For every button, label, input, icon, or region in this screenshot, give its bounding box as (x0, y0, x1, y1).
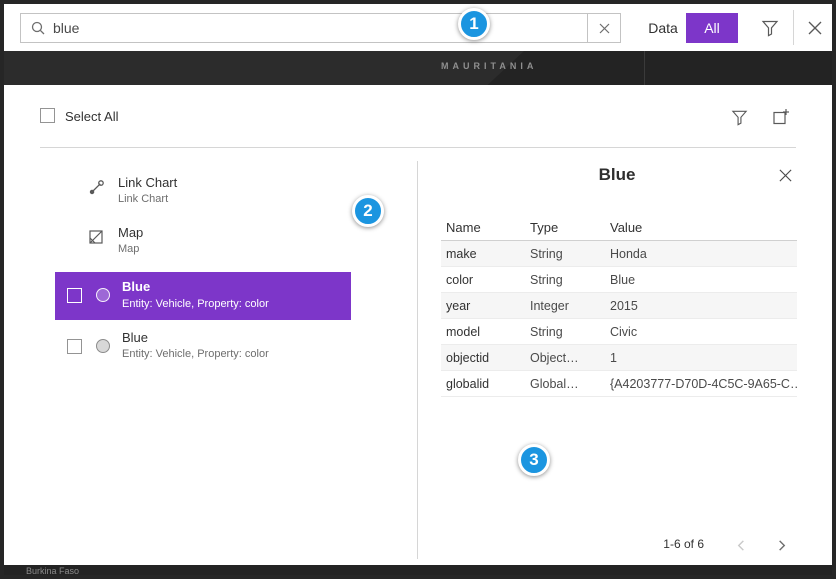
search-icon (21, 20, 53, 36)
cell-name: year (446, 299, 530, 313)
entity-circle-icon (96, 339, 110, 353)
list-item-subtitle: Link Chart (118, 192, 177, 206)
table-row[interactable]: globalid Global… {A4203777-D70D-4C5C-9A6… (441, 371, 797, 397)
list-item-blue[interactable]: Blue Entity: Vehicle, Property: color (55, 323, 351, 371)
search-box (20, 13, 621, 43)
list-item-title: Blue (122, 279, 269, 295)
cell-type: Global… (530, 377, 610, 391)
list-item-text: Blue Entity: Vehicle, Property: color (122, 330, 269, 361)
table-body: make String Honda color String Blue year… (441, 241, 797, 397)
column-header-type: Type (530, 220, 610, 235)
map-icon (88, 229, 104, 250)
property-table: Name Type Value make String Honda color … (441, 215, 797, 397)
column-header-name: Name (446, 220, 530, 235)
close-search-icon[interactable] (800, 14, 830, 42)
cell-value: 1 (610, 351, 797, 365)
panel-vertical-divider (417, 161, 418, 559)
list-item-text: Link Chart Link Chart (118, 175, 177, 206)
cell-type: String (530, 325, 610, 339)
search-input[interactable] (53, 14, 587, 42)
map-background: MAURITANIA (4, 51, 832, 85)
map-border-line (644, 51, 645, 85)
list-item-subtitle: Map (118, 242, 143, 256)
list-item-map[interactable]: Map Map (84, 225, 384, 263)
add-filter-icon[interactable] (768, 105, 794, 129)
cell-name: globalid (446, 377, 530, 391)
annotation-callout-1: 1 (458, 8, 490, 40)
cell-name: color (446, 273, 530, 287)
cell-value: Honda (610, 247, 797, 261)
cell-value: Blue (610, 273, 797, 287)
cell-value: 2015 (610, 299, 797, 313)
cell-name: objectid (446, 351, 530, 365)
detail-close-icon[interactable] (772, 163, 798, 187)
cell-type: Object… (530, 351, 610, 365)
chevron-left-icon[interactable] (730, 535, 752, 555)
cell-type: String (530, 247, 610, 261)
clear-search-button[interactable] (587, 14, 620, 42)
entity-circle-icon (96, 288, 110, 302)
panel-filter-icon[interactable] (726, 105, 752, 129)
cell-name: model (446, 325, 530, 339)
list-item-title: Blue (122, 330, 269, 346)
map-country-label: Burkina Faso (26, 566, 79, 575)
app-window: Data All MAURITANIA Select All (0, 0, 836, 579)
column-header-value: Value (610, 220, 797, 235)
link-chart-icon (88, 179, 105, 201)
list-item-subtitle: Entity: Vehicle, Property: color (122, 297, 269, 311)
cell-value: {A4203777-D70D-4C5C-9A65-C… (610, 377, 797, 391)
list-item-link-chart[interactable]: Link Chart Link Chart (84, 175, 384, 213)
list-item-title: Map (118, 225, 143, 241)
item-checkbox[interactable] (67, 288, 82, 303)
chevron-right-icon[interactable] (770, 535, 792, 555)
select-all-checkbox[interactable] (40, 108, 55, 123)
table-header-row: Name Type Value (441, 215, 797, 241)
toolbar-divider (793, 10, 794, 45)
pagination-label: 1-6 of 6 (604, 537, 704, 551)
list-item-text: Blue Entity: Vehicle, Property: color (122, 279, 269, 311)
search-toolbar: Data All (4, 4, 832, 51)
table-row[interactable]: make String Honda (441, 241, 797, 267)
cell-value: Civic (610, 325, 797, 339)
list-item-subtitle: Entity: Vehicle, Property: color (122, 347, 269, 361)
cell-type: String (530, 273, 610, 287)
list-item-title: Link Chart (118, 175, 177, 191)
item-checkbox[interactable] (67, 339, 82, 354)
select-all-label: Select All (65, 109, 118, 124)
toggle-data[interactable]: Data (640, 13, 686, 43)
filter-icon[interactable] (755, 14, 785, 42)
list-item-blue-selected[interactable]: Blue Entity: Vehicle, Property: color (55, 272, 351, 320)
table-row[interactable]: model String Civic (441, 319, 797, 345)
table-row[interactable]: color String Blue (441, 267, 797, 293)
panel-divider (40, 147, 796, 148)
toggle-all[interactable]: All (686, 13, 738, 43)
table-row[interactable]: objectid Object… 1 (441, 345, 797, 371)
search-results-panel: Select All Link Chart Link Chart Map Map (4, 85, 832, 565)
detail-title: Blue (439, 165, 795, 185)
cell-name: make (446, 247, 530, 261)
list-item-text: Map Map (118, 225, 143, 256)
annotation-callout-2: 2 (352, 195, 384, 227)
table-row[interactable]: year Integer 2015 (441, 293, 797, 319)
map-country-label: MAURITANIA (441, 61, 537, 71)
annotation-callout-3: 3 (518, 444, 550, 476)
map-background-bottom: Burkina Faso (4, 565, 832, 575)
cell-type: Integer (530, 299, 610, 313)
